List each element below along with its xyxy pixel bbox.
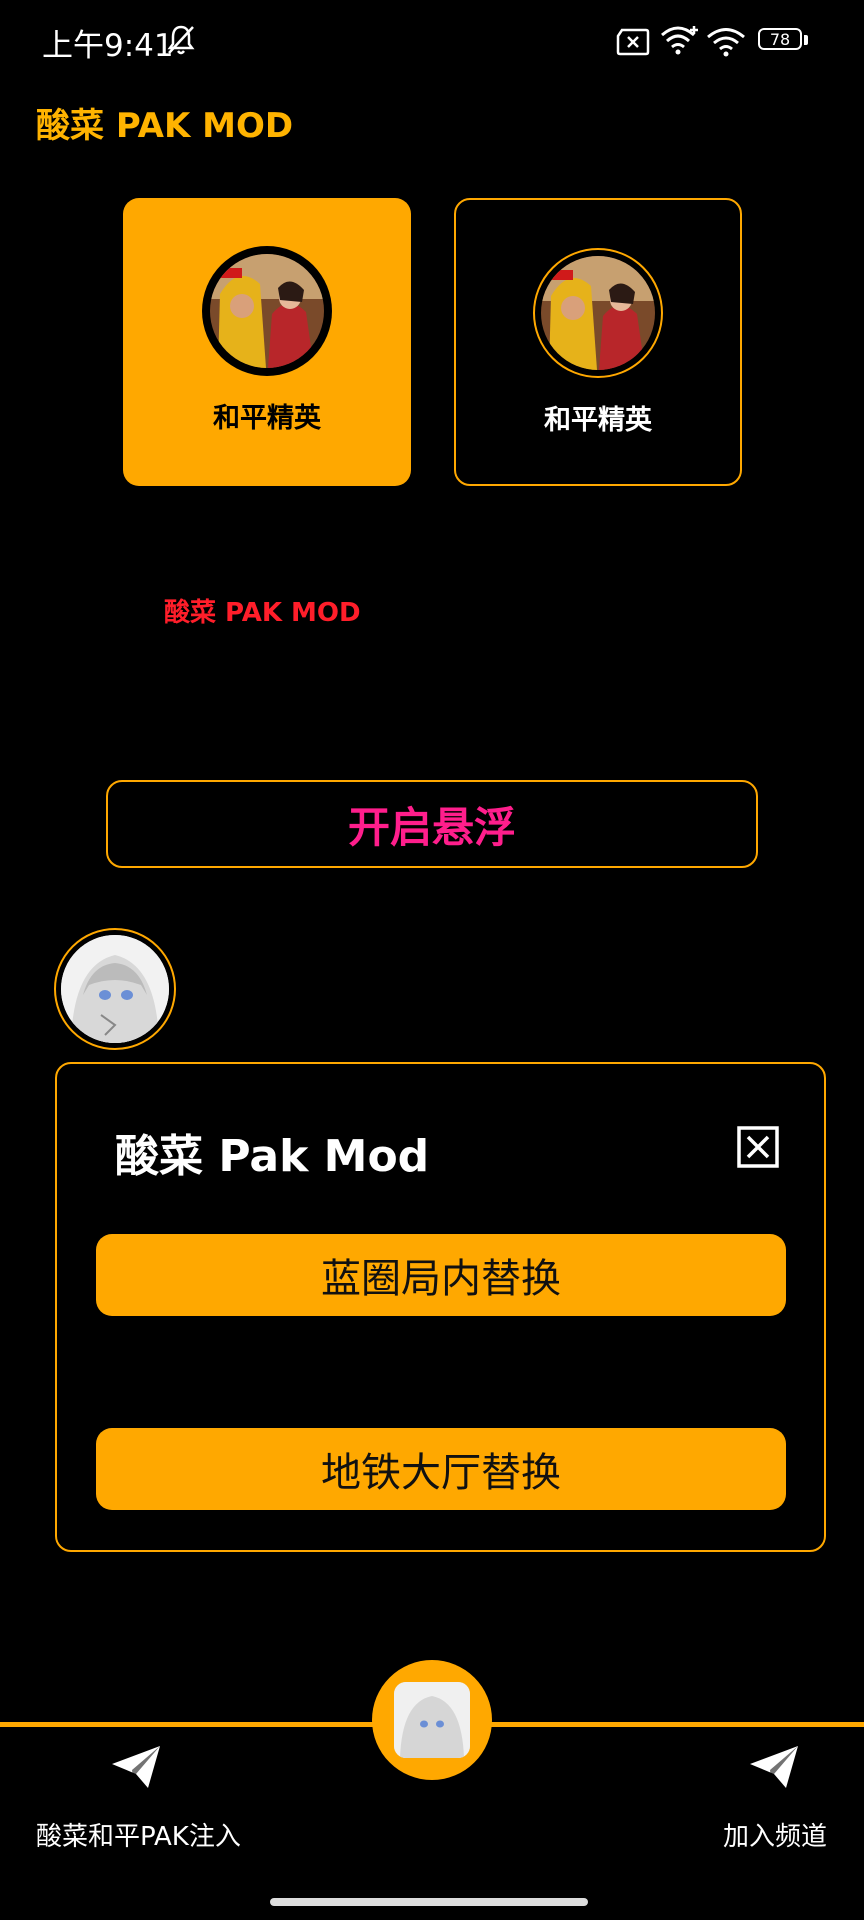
game-avatar-image xyxy=(210,254,324,368)
mod-panel: 酸菜 Pak Mod 蓝圈局内替换 地铁大厅替换 xyxy=(55,1062,826,1552)
game-avatar-image xyxy=(541,256,655,370)
game-card[interactable]: 和平精英 xyxy=(454,198,742,486)
game-avatar-frame xyxy=(202,246,332,376)
game-label: 和平精英 xyxy=(213,403,321,434)
wifi-icon xyxy=(707,28,745,57)
sim-x-icon xyxy=(616,28,650,56)
panel-title: 酸菜 Pak Mod xyxy=(115,1131,430,1182)
nav-inject-label[interactable]: 酸菜和平PAK注入 xyxy=(36,1816,241,1853)
battery-level: 78 xyxy=(758,28,802,50)
status-time: 上午9:41 xyxy=(42,28,174,64)
send-icon[interactable] xyxy=(748,1744,800,1790)
anime-avatar-image xyxy=(61,935,169,1043)
home-indicator[interactable] xyxy=(270,1898,588,1906)
battery-icon: 78 xyxy=(758,28,810,54)
game-avatar-frame xyxy=(533,248,663,378)
floating-avatar[interactable] xyxy=(54,928,176,1050)
enable-float-button[interactable]: 开启悬浮 xyxy=(106,780,758,868)
mod-name-label: 酸菜 PAK MOD xyxy=(164,598,361,628)
close-icon[interactable] xyxy=(737,1126,779,1168)
wifi-plus-icon xyxy=(661,26,698,55)
game-card-selected[interactable]: 和平精英 xyxy=(123,198,411,486)
game-label: 和平精英 xyxy=(544,405,652,436)
anime-avatar-image xyxy=(394,1682,470,1758)
blue-circle-replace-button[interactable]: 蓝圈局内替换 xyxy=(96,1234,786,1316)
app-title: 酸菜 PAK MOD xyxy=(36,106,294,146)
metro-lobby-replace-button[interactable]: 地铁大厅替换 xyxy=(96,1428,786,1510)
center-avatar-button[interactable] xyxy=(372,1660,492,1780)
bell-off-icon xyxy=(167,25,195,55)
send-icon[interactable] xyxy=(110,1744,162,1790)
nav-join-channel-label[interactable]: 加入频道 xyxy=(723,1816,827,1853)
